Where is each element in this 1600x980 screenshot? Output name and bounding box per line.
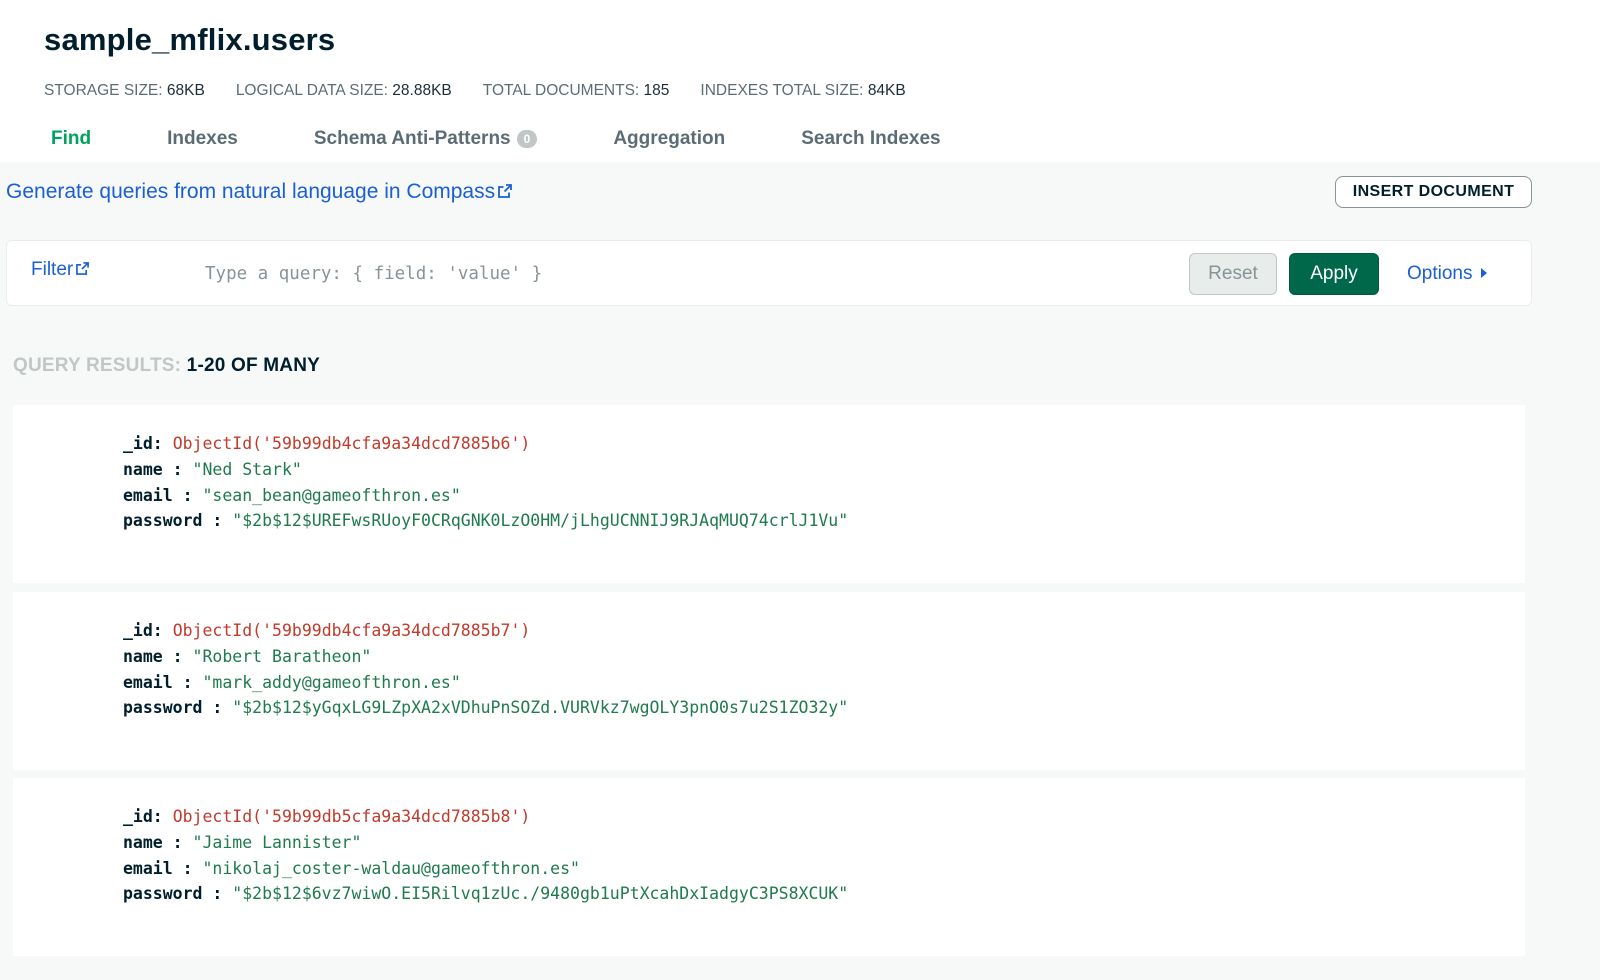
document-card[interactable]: _id: ObjectId('59b99db4cfa9a34dcd7885b6'… — [13, 405, 1525, 583]
field-id: _id: ObjectId('59b99db4cfa9a34dcd7885b6'… — [123, 434, 531, 453]
field-password: password : "$2b$12$yGqxLG9LZpXA2xVDhuPnS… — [123, 698, 849, 718]
field-id: _id: ObjectId('59b99db4cfa9a34dcd7885b7'… — [123, 621, 531, 640]
collection-tabs: Find Indexes Schema Anti-Patterns 0 Aggre… — [51, 128, 1017, 150]
stat-logical-data-size: LOGICAL DATA SIZE: 28.88KB — [235, 82, 452, 99]
document-card[interactable]: _id: ObjectId('59b99db5cfa9a34dcd7885b8'… — [13, 778, 1525, 956]
query-results-label: QUERY RESULTS: 1-20 OF MANY — [13, 355, 320, 376]
tab-aggregation[interactable]: Aggregation — [613, 128, 725, 150]
insert-document-button[interactable]: INSERT DOCUMENT — [1335, 176, 1532, 208]
external-link-icon — [498, 180, 513, 204]
stat-indexes-total-size: INDEXES TOTAL SIZE: 84KB — [700, 82, 906, 99]
field-password: password : "$2b$12$UREFwsRUoyF0CRqGNK0Lz… — [123, 511, 849, 531]
field-password: password : "$2b$12$6vz7wiwO.EI5Rilvq1zUc… — [123, 884, 849, 904]
tab-indexes[interactable]: Indexes — [167, 128, 238, 150]
field-name: name : "Ned Stark" — [123, 459, 302, 479]
document-fields: _id: ObjectId('59b99db5cfa9a34dcd7885b8'… — [123, 804, 848, 907]
collection-stats: STORAGE SIZE: 68KB LOGICAL DATA SIZE: 28… — [44, 82, 906, 100]
collection-header: sample_mflix.users STORAGE SIZE: 68KB LO… — [0, 0, 1600, 162]
compass-natural-language-link[interactable]: Generate queries from natural language i… — [6, 180, 513, 204]
field-email: email : "nikolaj_coster-waldau@gameofthr… — [123, 858, 580, 878]
caret-right-icon — [1480, 263, 1488, 285]
field-email: email : "mark_addy@gameofthron.es" — [123, 672, 461, 692]
field-email: email : "sean_bean@gameofthron.es" — [123, 485, 461, 505]
tab-find[interactable]: Find — [51, 128, 91, 150]
document-fields: _id: ObjectId('59b99db4cfa9a34dcd7885b6'… — [123, 431, 848, 534]
field-id: _id: ObjectId('59b99db5cfa9a34dcd7885b8'… — [123, 807, 531, 826]
anti-pattern-count-badge: 0 — [516, 130, 538, 148]
page-title: sample_mflix.users — [44, 22, 336, 57]
field-name: name : "Jaime Lannister" — [123, 832, 362, 852]
apply-button[interactable]: Apply — [1289, 253, 1379, 295]
document-card[interactable]: _id: ObjectId('59b99db4cfa9a34dcd7885b7'… — [13, 592, 1525, 770]
find-panel: Generate queries from natural language i… — [0, 162, 1600, 980]
external-link-icon — [76, 259, 90, 281]
document-fields: _id: ObjectId('59b99db4cfa9a34dcd7885b7'… — [123, 618, 848, 721]
field-name: name : "Robert Baratheon" — [123, 646, 372, 666]
filter-docs-link[interactable]: Filter — [31, 259, 90, 281]
filter-bar: Filter Reset Apply Options — [6, 240, 1532, 306]
options-button[interactable]: Options — [1407, 263, 1488, 285]
stat-total-documents: TOTAL DOCUMENTS: 185 — [482, 82, 670, 99]
tab-search-indexes[interactable]: Search Indexes — [801, 128, 940, 150]
query-input[interactable] — [203, 259, 1167, 289]
stat-storage-size: STORAGE SIZE: 68KB — [44, 82, 205, 99]
reset-button[interactable]: Reset — [1189, 253, 1277, 295]
tab-schema-anti-patterns[interactable]: Schema Anti-Patterns 0 — [314, 128, 538, 150]
